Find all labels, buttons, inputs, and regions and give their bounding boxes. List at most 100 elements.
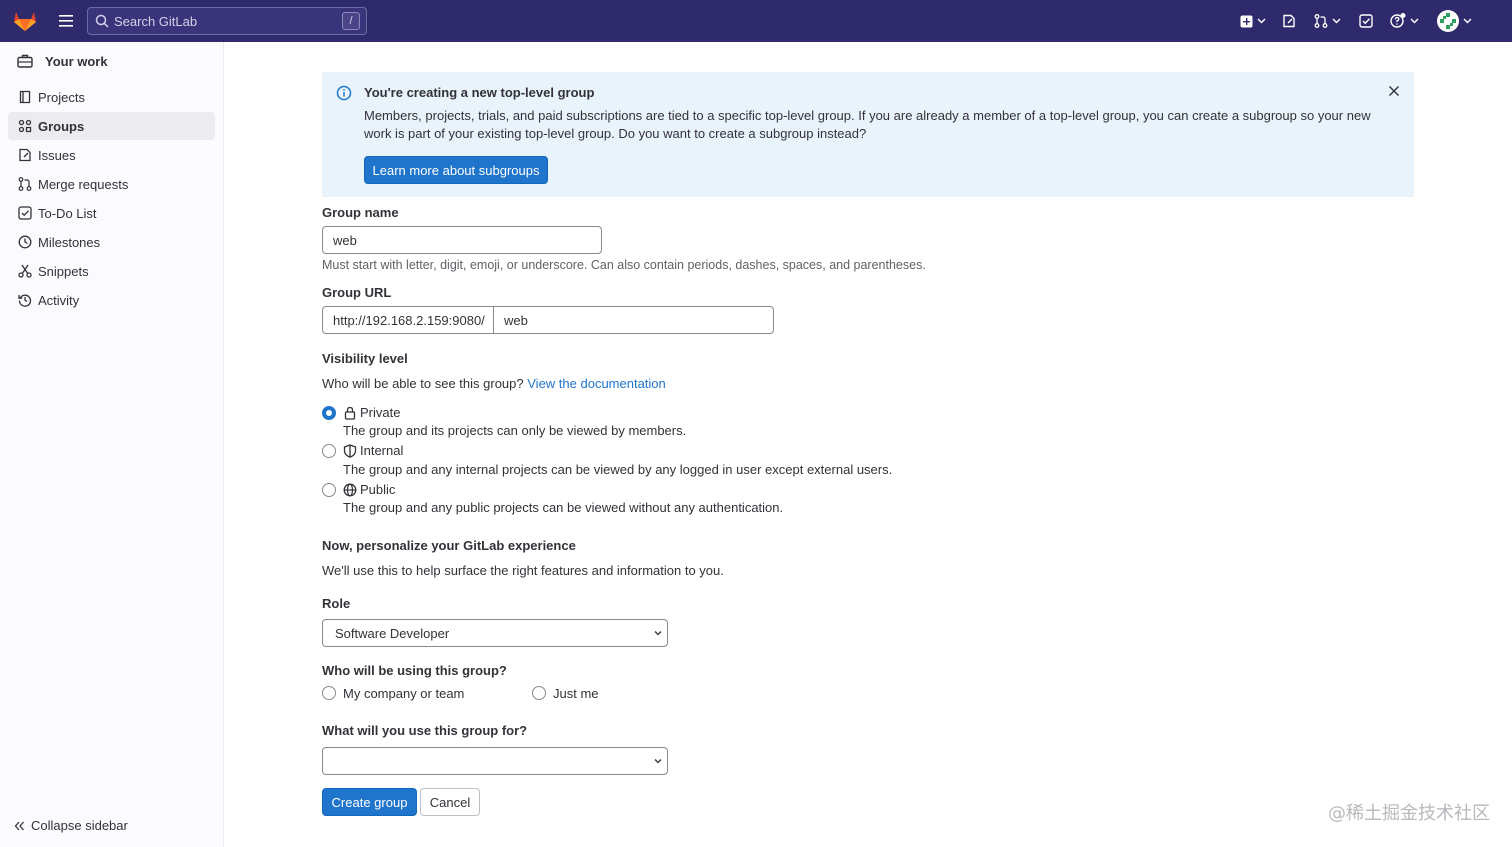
chevron-double-left-icon xyxy=(14,821,25,831)
using-just-me-label: Just me xyxy=(553,686,599,701)
chevron-down-icon xyxy=(1257,18,1266,24)
merge-request-icon xyxy=(17,176,33,192)
lock-icon xyxy=(343,406,357,420)
sidebar-item-activity[interactable]: Activity xyxy=(8,286,215,314)
create-group-button[interactable]: Create group xyxy=(322,788,417,816)
visibility-private-label: Private xyxy=(343,405,400,420)
chevron-down-icon xyxy=(1463,18,1472,24)
alert-title: You're creating a new top-level group xyxy=(364,85,595,100)
visibility-internal-text: Internal xyxy=(360,443,404,458)
sidebar-item-milestones[interactable]: Milestones xyxy=(8,228,215,256)
group-icon xyxy=(17,118,33,134)
search-shortcut: / xyxy=(342,12,360,30)
personalize-title: Now, personalize your GitLab experience xyxy=(322,538,576,553)
todo-icon xyxy=(17,205,33,221)
role-select[interactable]: Software Developer xyxy=(322,619,668,647)
shield-icon xyxy=(343,443,357,458)
briefcase-icon xyxy=(17,54,33,68)
merge-requests-button[interactable] xyxy=(1314,7,1341,35)
sidebar-item-todo-list[interactable]: To-Do List xyxy=(8,199,215,227)
sidebar-item-label: Milestones xyxy=(38,234,101,250)
visibility-private-description: The group and its projects can only be v… xyxy=(343,423,687,438)
using-label: Who will be using this group? xyxy=(322,663,507,678)
learn-more-subgroups-button[interactable]: Learn more about subgroups xyxy=(364,156,548,184)
chevron-down-icon xyxy=(653,628,663,638)
visibility-internal-label: Internal xyxy=(343,443,403,458)
info-icon xyxy=(336,85,352,104)
collapse-sidebar-button[interactable]: Collapse sidebar xyxy=(14,818,128,833)
close-icon[interactable] xyxy=(1388,85,1400,100)
issues-icon xyxy=(1282,14,1296,28)
globe-icon xyxy=(343,483,357,497)
visibility-private-radio[interactable] xyxy=(322,406,336,420)
sidebar-item-snippets[interactable]: Snippets xyxy=(8,257,215,285)
group-url-prefix: http://192.168.2.159:9080/ xyxy=(322,306,494,334)
help-icon xyxy=(1390,13,1406,29)
visibility-internal-radio[interactable] xyxy=(322,444,336,458)
search-input[interactable]: Search GitLab / xyxy=(87,7,367,35)
user-menu-button[interactable] xyxy=(1437,10,1472,32)
purpose-select[interactable] xyxy=(322,747,668,775)
search-icon xyxy=(95,14,109,28)
merge-request-icon xyxy=(1314,14,1328,28)
sidebar-item-label: Issues xyxy=(38,147,76,163)
sidebar-item-label: Merge requests xyxy=(38,176,129,192)
visibility-public-radio[interactable] xyxy=(322,483,336,497)
visibility-private-text: Private xyxy=(360,405,401,420)
gitlab-logo-icon[interactable] xyxy=(13,9,37,33)
sidebar: Your work Projects Groups Issues Merge r… xyxy=(0,42,224,847)
personalize-help: We'll use this to help surface the right… xyxy=(322,563,724,578)
sidebar-item-groups[interactable]: Groups xyxy=(8,112,215,140)
watermark: @稀土掘金技术社区 xyxy=(1328,803,1490,824)
issues-icon xyxy=(17,147,33,163)
sidebar-item-label: Activity xyxy=(38,292,80,308)
group-name-label: Group name xyxy=(322,205,399,220)
sidebar-item-projects[interactable]: Projects xyxy=(8,83,215,111)
new-menu-button[interactable] xyxy=(1240,7,1266,35)
cancel-button[interactable]: Cancel xyxy=(420,788,480,816)
visibility-internal-description: The group and any internal projects can … xyxy=(343,462,893,477)
help-button[interactable] xyxy=(1390,7,1419,35)
group-url-input[interactable]: web xyxy=(493,306,774,334)
sidebar-item-label: Projects xyxy=(38,89,85,105)
todo-icon xyxy=(1359,14,1373,28)
issues-button[interactable] xyxy=(1282,7,1296,35)
chevron-down-icon xyxy=(653,756,663,766)
clock-icon xyxy=(17,234,33,250)
main-content: You're creating a new top-level group Me… xyxy=(322,72,1414,816)
group-name-help: Must start with letter, digit, emoji, or… xyxy=(322,258,926,272)
hamburger-icon[interactable] xyxy=(51,6,81,36)
visibility-question: Who will be able to see this group? xyxy=(322,376,524,391)
todo-button[interactable] xyxy=(1359,7,1373,35)
using-company-radio[interactable] xyxy=(322,686,336,700)
snippet-icon xyxy=(17,263,33,279)
chevron-down-icon xyxy=(1410,18,1419,24)
plus-square-icon xyxy=(1240,15,1253,28)
sidebar-item-label: Groups xyxy=(38,118,85,134)
role-selected-value: Software Developer xyxy=(335,625,450,641)
collapse-sidebar-label: Collapse sidebar xyxy=(31,818,128,833)
sidebar-item-label: Snippets xyxy=(38,263,89,279)
group-name-input[interactable]: web xyxy=(322,226,602,254)
info-alert: You're creating a new top-level group Me… xyxy=(322,72,1414,197)
avatar xyxy=(1437,10,1459,32)
search-placeholder: Search GitLab xyxy=(114,13,198,29)
sidebar-header: Your work xyxy=(0,42,223,80)
view-documentation-link[interactable]: View the documentation xyxy=(527,376,666,391)
chevron-down-icon xyxy=(1332,18,1341,24)
alert-body: Members, projects, trials, and paid subs… xyxy=(364,108,1371,141)
history-icon xyxy=(17,292,33,308)
sidebar-item-merge-requests[interactable]: Merge requests xyxy=(8,170,215,198)
top-bar: Search GitLab / xyxy=(0,0,1512,42)
using-just-me-radio[interactable] xyxy=(532,686,546,700)
using-company-label: My company or team xyxy=(343,686,465,701)
sidebar-item-label: To-Do List xyxy=(38,205,97,221)
visibility-public-label: Public xyxy=(343,482,395,497)
sidebar-item-issues[interactable]: Issues xyxy=(8,141,215,169)
group-url-label: Group URL xyxy=(322,285,392,300)
sidebar-header-label: Your work xyxy=(45,53,108,69)
visibility-public-description: The group and any public projects can be… xyxy=(343,500,784,515)
visibility-question-row: Who will be able to see this group? View… xyxy=(322,376,666,391)
visibility-public-text: Public xyxy=(360,482,396,497)
purpose-label: What will you use this group for? xyxy=(322,723,528,738)
